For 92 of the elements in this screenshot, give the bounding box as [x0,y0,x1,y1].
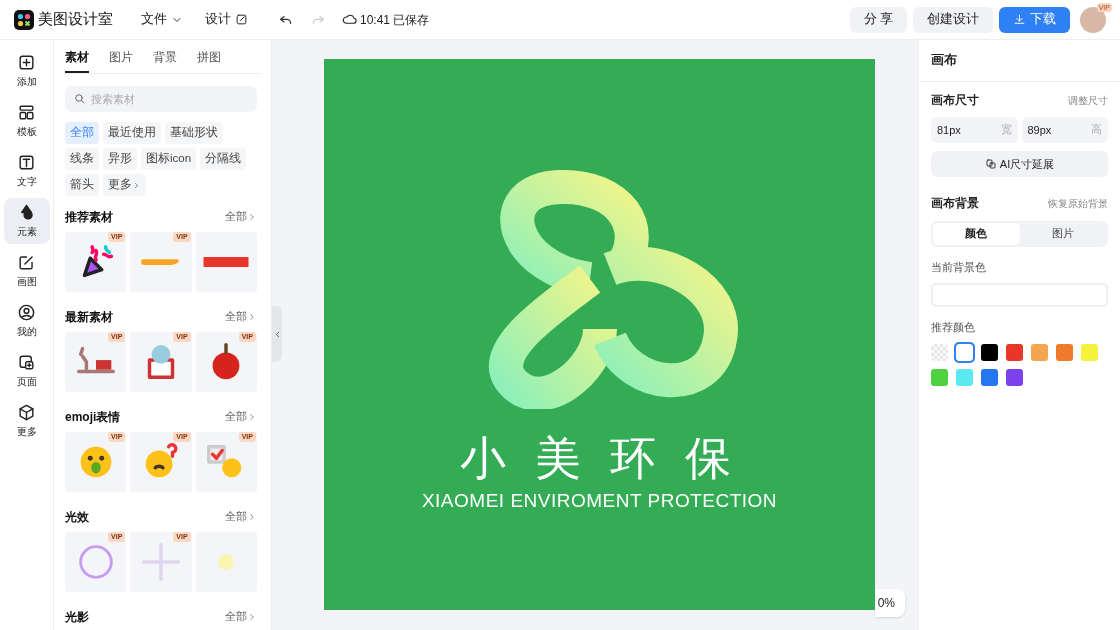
pen-icon [17,253,36,272]
panel-title: 画布 [919,40,1120,82]
section-title: 最新素材 [65,309,113,326]
rail-tab[interactable]: 添加 [3,48,50,94]
text-link[interactable]: 恢复原始背景 [1048,196,1108,212]
color-swatch[interactable] [956,368,973,386]
see-all-link[interactable]: 全部 [225,309,257,325]
asset-thumbnail[interactable] [195,532,257,592]
section-title: 光效 [65,509,89,526]
user-icon [17,303,36,322]
unit-label: 宽 [1000,122,1012,138]
panel-tab[interactable]: 背景 [153,48,177,73]
rail-tab[interactable]: 文字 [3,148,50,194]
logo-title: 小 美 环 保 [460,433,739,483]
color-swatch[interactable] [931,368,948,386]
color-swatch[interactable] [1031,343,1048,361]
toolbar-button[interactable]: 分 享 [849,6,907,33]
app-name: 美图设计室 [38,9,113,30]
resize-icon [984,158,997,171]
filter-chip[interactable]: 异形 [103,148,137,170]
layout-icon [17,103,36,122]
color-swatch[interactable] [931,343,948,361]
see-all-link[interactable]: 全部 [225,209,257,225]
menu-button[interactable]: 文件 [137,6,187,33]
color-swatch[interactable] [981,368,998,386]
unit-label: 高 [1091,122,1102,138]
filter-chip[interactable]: 分隔线 [200,148,247,170]
see-all-link[interactable]: 全部 [225,609,257,625]
text-icon [17,153,36,172]
color-swatch[interactable] [981,343,998,361]
chevron-right-icon [132,180,141,190]
menu-button[interactable]: 设计 [201,6,252,33]
bar-icon [203,257,250,267]
filter-chip[interactable]: 箭头 [65,174,99,196]
ai-resize-button[interactable]: AI尺寸延展 [931,151,1108,178]
rail-tab[interactable]: 页面 [3,348,50,394]
field-label: 推荐颜色 [931,320,976,335]
section-title: 画布尺寸 [931,93,979,108]
zoom-level: 0% [877,595,895,612]
text-link[interactable]: 调整尺寸 [1068,93,1108,109]
rail-tab[interactable]: 我的 [3,298,50,344]
page-icon [17,353,36,372]
size-field[interactable]: 89px 高 [1021,117,1108,144]
filter-chip[interactable]: 基础形状 [165,122,223,144]
logo-subtitle: XIAOMEI ENVIROMENT PROTECTION [421,489,778,513]
rail-tab[interactable]: 元素 [3,198,50,244]
rail-tab[interactable]: 画图 [3,248,50,294]
size-value: 81px [937,123,961,138]
filter-chip[interactable]: 图标icon [141,148,197,170]
color-swatch[interactable] [1056,343,1073,361]
download-icon [1013,13,1026,26]
see-all-link[interactable]: 全部 [225,409,257,425]
see-all-link[interactable]: 全部 [225,509,257,525]
search-icon [73,92,86,105]
collapse-handle[interactable] [272,306,282,362]
color-swatch[interactable] [956,343,973,361]
panel-tab[interactable]: 图片 [109,48,133,73]
chevron-right-icon [247,512,257,522]
color-swatch[interactable] [1006,343,1023,361]
cube-icon [17,403,36,422]
chevron-right-icon [247,212,257,222]
rail-tab[interactable]: 模板 [3,98,50,144]
rail-tab[interactable]: 更多 [3,398,50,444]
asset-thumbnail[interactable] [195,232,257,292]
chevron-right-icon [247,312,257,322]
search-field[interactable]: 搜索素材 [65,86,257,112]
color-swatch[interactable] [1006,368,1023,386]
edit-icon [235,13,248,26]
field-label: 当前背景色 [931,259,987,275]
segment-tab[interactable]: 图片 [1019,222,1106,245]
segment-tab[interactable]: 颜色 [933,222,1020,245]
section-title: 光影 [65,609,89,626]
color-swatch[interactable] [1081,343,1098,361]
panel-tab[interactable]: 素材 [65,48,89,73]
filter-chip[interactable]: 更多 [103,174,146,196]
size-value: 89px [1027,123,1052,138]
chevron-right-icon [247,412,257,422]
download-button[interactable]: 下载 [999,6,1070,33]
cloud-icon [342,12,357,27]
save-status: 10:41 已保存 [360,11,430,29]
section-title: 画布背景 [931,195,979,212]
section-title: emoji表情 [65,409,121,426]
filter-chip[interactable]: 最近使用 [103,122,161,144]
filter-chip[interactable]: 线条 [65,148,99,170]
zoom-control[interactable]: 0% [875,589,905,617]
size-field[interactable]: 81px 宽 [931,117,1018,144]
chevron-right-icon [247,612,257,622]
app-logo-icon [14,9,34,30]
toolbar-button[interactable]: 创建设计 [913,6,993,33]
panel-tab[interactable]: 拼图 [197,48,221,73]
section-title: 推荐素材 [65,209,113,226]
add-icon [17,53,36,72]
